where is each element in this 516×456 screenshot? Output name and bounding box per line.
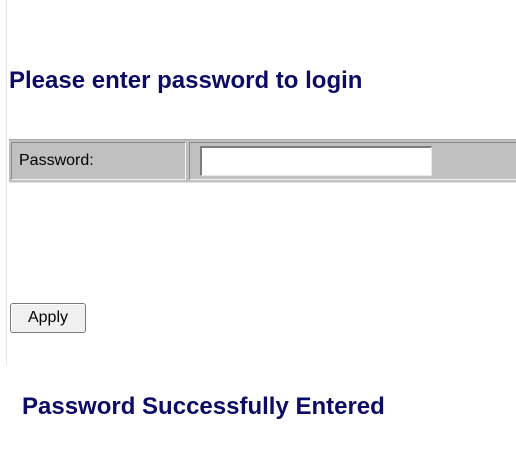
login-title: Please enter password to login bbox=[9, 67, 363, 94]
success-message: Password Successfully Entered bbox=[22, 393, 385, 420]
password-row: Password: bbox=[9, 139, 516, 183]
password-input[interactable] bbox=[200, 146, 432, 176]
password-label-cell: Password: bbox=[11, 142, 186, 180]
left-divider bbox=[6, 0, 7, 365]
apply-button[interactable]: Apply bbox=[10, 303, 86, 333]
password-label: Password: bbox=[19, 152, 94, 169]
password-input-cell bbox=[189, 142, 516, 180]
